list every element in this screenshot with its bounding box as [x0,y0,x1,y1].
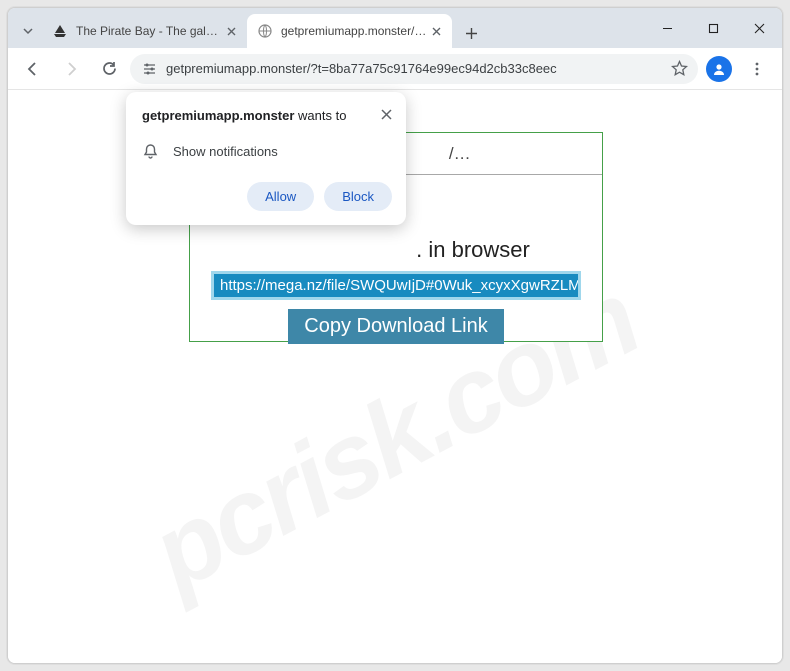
notification-permission-dialog: getpremiumapp.monster wants to Show noti… [126,92,406,225]
dialog-title: getpremiumapp.monster wants to [142,108,392,125]
minimize-icon [662,23,673,34]
panel-subtitle: xxxxxxxxxxxxxx. in browser [190,237,602,263]
toolbar: getpremiumapp.monster/?t=8ba77a75c91764e… [8,48,782,90]
tab-favicon-piratebay [52,23,68,39]
bell-icon [142,143,159,160]
reload-icon [101,60,118,77]
bookmark-button[interactable] [671,60,688,77]
window-minimize-button[interactable] [644,8,690,48]
close-icon [754,23,765,34]
person-icon [712,62,726,76]
plus-icon [465,27,478,40]
window-controls [644,8,782,48]
tab-close-button[interactable] [428,23,444,39]
kebab-icon [749,61,765,77]
window-maximize-button[interactable] [690,8,736,48]
globe-icon [258,24,272,38]
avatar [706,56,732,82]
page-viewport: pcrisk.com xxxxxxxxxxxxxxx/… xxxxxxxxxxx… [8,90,782,663]
tab-close-button[interactable] [223,23,239,39]
star-icon [671,60,688,77]
permission-item: Show notifications [142,143,392,160]
block-button[interactable]: Block [324,182,392,211]
tab-pirate-bay[interactable]: The Pirate Bay - The galaxy's m… [42,14,247,48]
dialog-domain: getpremiumapp.monster [142,108,294,123]
browser-menu-button[interactable] [740,52,774,86]
permission-label: Show notifications [173,144,278,159]
nav-reload-button[interactable] [92,52,126,86]
dialog-close-button[interactable] [376,104,396,124]
tab-search-button[interactable] [14,14,42,48]
download-link-field[interactable]: https://mega.nz/file/SWQUwIjD#0Wuk_xcyxX… [211,271,581,300]
tune-icon [142,61,157,76]
nav-forward-button[interactable] [54,52,88,86]
browser-window: The Pirate Bay - The galaxy's m… getprem… [7,7,783,664]
tab-title: The Pirate Bay - The galaxy's m… [76,24,223,38]
chevron-down-icon [22,25,34,37]
copy-link-button[interactable]: Copy Download Link [288,309,503,344]
panel-header-suffix: /… [449,144,471,164]
arrow-right-icon [62,60,80,78]
url-text: getpremiumapp.monster/?t=8ba77a75c91764e… [166,61,663,76]
tab-favicon-generic [257,23,273,39]
tab-getpremiumapp[interactable]: getpremiumapp.monster/?t=8b [247,14,452,48]
close-icon [381,109,392,120]
allow-button[interactable]: Allow [247,182,314,211]
arrow-left-icon [24,60,42,78]
window-close-button[interactable] [736,8,782,48]
address-bar[interactable]: getpremiumapp.monster/?t=8ba77a75c91764e… [130,54,698,84]
site-settings-button[interactable] [140,60,158,78]
tab-bar: The Pirate Bay - The galaxy's m… getprem… [8,8,782,48]
profile-button[interactable] [702,52,736,86]
maximize-icon [708,23,719,34]
new-tab-button[interactable] [456,18,486,48]
nav-back-button[interactable] [16,52,50,86]
close-icon [432,27,441,36]
tab-title: getpremiumapp.monster/?t=8b [281,24,428,38]
close-icon [227,27,236,36]
ship-icon [53,24,67,38]
